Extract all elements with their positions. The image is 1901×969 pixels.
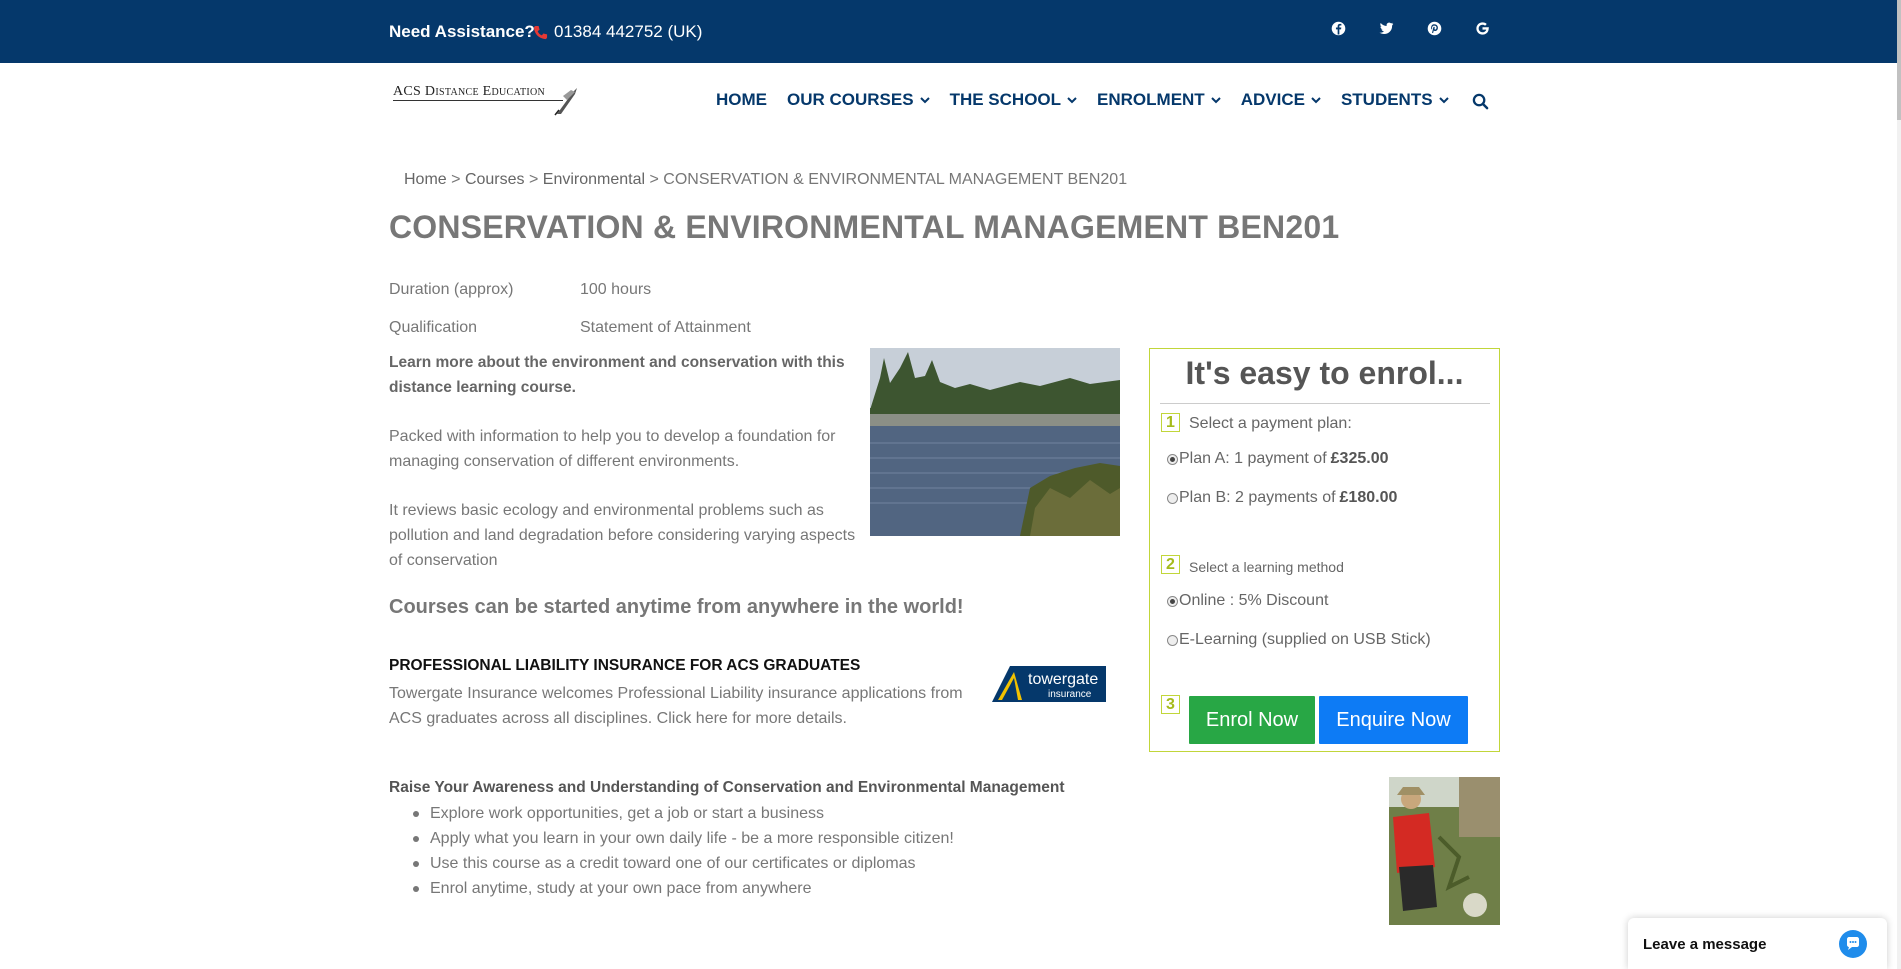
intro-paragraph: Packed with information to help you to d…: [389, 428, 836, 470]
insurance-text[interactable]: Towergate Insurance welcomes Professiona…: [389, 681, 989, 731]
nav-our-courses[interactable]: OUR COURSES: [787, 90, 930, 110]
step-number: 2: [1161, 555, 1180, 574]
phone-icon: [533, 25, 548, 39]
nav-the-school[interactable]: THE SCHOOL: [950, 90, 1077, 110]
list-item: Use this course as a credit toward one o…: [413, 851, 954, 876]
scrollbar-thumb[interactable]: [1897, 0, 1901, 120]
qualification-label: Qualification: [389, 319, 478, 336]
phone-link[interactable]: 01384 442752 (UK): [533, 22, 702, 42]
twitter-icon[interactable]: [1378, 20, 1395, 37]
plan-a-label: Plan A: 1 payment of: [1179, 450, 1327, 467]
nav-home[interactable]: HOME: [716, 90, 767, 110]
duration-value: 100 hours: [580, 281, 652, 298]
duration-row: Duration (approx) 100 hours: [389, 281, 651, 299]
towergate-logo-graphic: towergate insurance: [992, 666, 1106, 702]
quill-pen-icon: [554, 88, 577, 116]
chat-label: Leave a message: [1643, 936, 1767, 953]
social-links: [1330, 20, 1491, 37]
step-number: 1: [1161, 413, 1180, 432]
qualification-row: Qualification Statement of Attainment: [389, 319, 751, 337]
main-navigation: HOME OUR COURSES THE SCHOOL ENROLMENT AD…: [716, 90, 1449, 110]
gardening-photo: [1389, 777, 1500, 925]
step-label: Select a payment plan:: [1189, 415, 1352, 432]
nav-our-courses-label: OUR COURSES: [787, 90, 914, 109]
nav-students-label: STUDENTS: [1340, 90, 1433, 109]
chat-bubble-icon[interactable]: [1839, 930, 1867, 958]
elearning-label: E-Learning (supplied on USB Stick): [1179, 631, 1431, 648]
anytime-heading: Courses can be started anytime from anyw…: [389, 596, 964, 618]
chat-widget[interactable]: Leave a message: [1628, 918, 1887, 969]
nav-enrolment-label: ENROLMENT: [1097, 90, 1205, 109]
site-logo[interactable]: ACS Distance Education: [391, 82, 591, 118]
breadcrumb-separator: >: [528, 171, 539, 188]
intro-paragraph: It reviews basic ecology and environment…: [389, 502, 856, 569]
enrol-panel-title: It's easy to enrol...: [1185, 355, 1464, 391]
breadcrumb-separator: >: [649, 171, 659, 188]
breadcrumb-home[interactable]: Home: [404, 171, 447, 188]
online-label: Online : 5% Discount: [1179, 592, 1329, 609]
lake-photo: [870, 348, 1120, 536]
plan-b-price: £180.00: [1339, 489, 1398, 506]
enrol-panel: It's easy to enrol... 1 Select a payment…: [1149, 348, 1500, 752]
logo-text: ACS Distance Education: [393, 84, 546, 99]
breadcrumb-environmental[interactable]: Environmental: [543, 171, 645, 188]
plan-a-price: £325.00: [1330, 450, 1389, 467]
breadcrumb-separator: >: [451, 171, 461, 188]
nav-enrolment[interactable]: ENROLMENT: [1097, 90, 1221, 110]
nav-students[interactable]: STUDENTS: [1341, 90, 1449, 110]
chevron-down-icon: [1311, 97, 1321, 104]
logo-underline: [393, 100, 563, 101]
intro-lead: Learn more about the environment and con…: [389, 354, 845, 396]
online-option[interactable]: Online : 5% Discount: [1167, 592, 1328, 610]
breadcrumb: Home > Courses > Environmental > CONSERV…: [404, 171, 1127, 189]
enrol-now-button[interactable]: Enrol Now: [1189, 696, 1315, 744]
plan-a-option[interactable]: Plan A: 1 payment of £325.00: [1167, 450, 1389, 468]
divider: [1160, 403, 1490, 404]
elearning-radio[interactable]: [1167, 634, 1178, 646]
pinterest-icon[interactable]: [1426, 20, 1443, 37]
plan-b-radio[interactable]: [1167, 492, 1178, 504]
list-item: Apply what you learn in your own daily l…: [413, 826, 954, 851]
top-bar: Need Assistance? 01384 442752 (UK): [0, 0, 1897, 63]
nav-advice[interactable]: ADVICE: [1241, 90, 1321, 110]
chevron-down-icon: [1438, 97, 1449, 104]
online-radio[interactable]: [1167, 595, 1178, 607]
insurance-title: PROFESSIONAL LIABILITY INSURANCE FOR ACS…: [389, 657, 861, 674]
page-title: CONSERVATION & ENVIRONMENTAL MANAGEMENT …: [389, 209, 1340, 245]
page-scrollbar[interactable]: [1897, 0, 1901, 969]
chevron-down-icon: [919, 97, 930, 104]
phone-number: 01384 442752 (UK): [554, 22, 703, 41]
list-item: Explore work opportunities, get a job or…: [413, 801, 954, 826]
raise-awareness-title: Raise Your Awareness and Understanding o…: [389, 779, 1065, 796]
plan-a-radio[interactable]: [1167, 453, 1178, 465]
nav-the-school-label: THE SCHOOL: [949, 90, 1062, 109]
gardening-illustration: [1389, 777, 1500, 925]
benefits-list: Explore work opportunities, get a job or…: [413, 801, 954, 901]
duration-label: Duration (approx): [389, 281, 514, 298]
search-icon[interactable]: [1472, 93, 1490, 111]
assistance-label: Need Assistance?: [389, 22, 535, 41]
qualification-value: Statement of Attainment: [580, 319, 751, 336]
breadcrumb-current: CONSERVATION & ENVIRONMENTAL MANAGEMENT …: [663, 171, 1128, 188]
towergate-logo-line2: insurance: [1048, 689, 1092, 700]
breadcrumb-courses[interactable]: Courses: [465, 171, 525, 188]
chevron-down-icon: [1067, 97, 1077, 104]
lake-illustration: [870, 348, 1120, 536]
google-icon[interactable]: [1474, 20, 1491, 37]
towergate-logo[interactable]: towergate insurance: [992, 664, 1108, 704]
plan-b-option[interactable]: Plan B: 2 payments of £180.00: [1167, 489, 1397, 507]
step-label: Select a learning method: [1189, 559, 1344, 575]
step-number: 3: [1161, 695, 1180, 714]
list-item: Enrol anytime, study at your own pace fr…: [413, 876, 954, 901]
nav-advice-label: ADVICE: [1240, 90, 1305, 109]
facebook-icon[interactable]: [1330, 20, 1347, 37]
enquire-now-button[interactable]: Enquire Now: [1319, 696, 1468, 744]
elearning-option[interactable]: E-Learning (supplied on USB Stick): [1167, 631, 1431, 649]
towergate-logo-line1: towergate: [1028, 671, 1098, 688]
nav-home-label: HOME: [716, 90, 767, 109]
chevron-down-icon: [1210, 97, 1221, 104]
plan-b-label: Plan B: 2 payments of: [1179, 489, 1336, 506]
